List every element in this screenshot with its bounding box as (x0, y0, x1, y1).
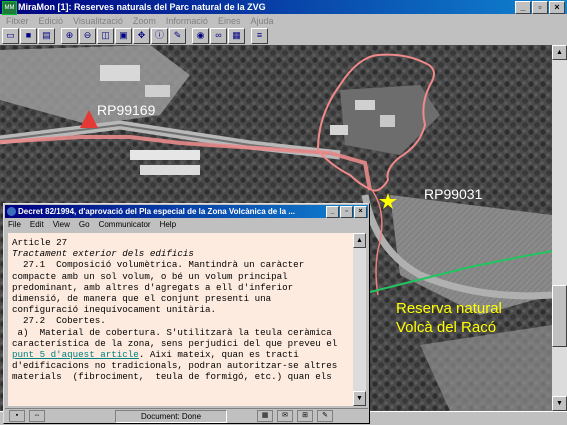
map-vertical-scrollbar[interactable]: ▲ ▼ (552, 45, 567, 411)
text-line: materials (fibrociment, teula de formigó… (12, 371, 332, 383)
browser-minimize-button[interactable]: _ (326, 206, 339, 218)
text-line: predominant, amb altres d'agregats a ell… (12, 281, 294, 293)
zoom-extent-icon[interactable]: ▣ (115, 28, 132, 44)
article-heading: Article 27 (12, 237, 68, 248)
text-line: 27.1 Composició volumètrica. Mantindrà u… (12, 259, 305, 271)
label-rp99169: RP99169 (97, 102, 156, 118)
scroll-thumb[interactable] (552, 285, 567, 347)
miramon-window: MM MiraMon [1]: Reserves naturals del Pa… (0, 0, 567, 425)
maximize-button[interactable]: ▫ (532, 1, 548, 14)
text-line: configuració inequívocament unitària. (12, 304, 216, 316)
menu-eines[interactable]: Eines (218, 14, 241, 28)
pencil-icon[interactable]: ✎ (169, 28, 186, 44)
browser-scroll-up-icon[interactable]: ▲ (353, 233, 366, 248)
component-bar-icon-1[interactable]: ▦ (257, 410, 273, 422)
menu-zoom[interactable]: Zoom (133, 14, 156, 28)
browser-vertical-scrollbar[interactable]: ▲ ▼ (353, 233, 366, 406)
menu-informacio[interactable]: Informació (166, 14, 208, 28)
legend-icon[interactable]: ≡ (251, 28, 268, 44)
label-reserve-line1: Reserva natural (396, 300, 502, 317)
browser-menu-bar: File Edit View Go Communicator Help (8, 219, 176, 231)
article-link[interactable]: punt 5 d'aquest article (12, 349, 139, 360)
component-bar-icon-2[interactable]: ✉ (277, 410, 293, 422)
component-bar-icon-3[interactable]: ⊞ (297, 410, 313, 422)
minimize-button[interactable]: _ (515, 1, 531, 14)
menu-help[interactable]: Help (160, 219, 176, 231)
menu-fitxer[interactable]: Fitxer (6, 14, 29, 28)
layer-icon[interactable]: ▦ (228, 28, 245, 44)
scroll-down-arrow-icon[interactable]: ▼ (552, 396, 567, 411)
menu-edit[interactable]: Edit (30, 219, 44, 231)
browser-title-bar: Decret 82/1994, d'aprovació del Pla espe… (5, 205, 368, 218)
browser-title: Decret 82/1994, d'aprovació del Pla espe… (18, 207, 295, 216)
close-button[interactable]: × (549, 1, 565, 14)
browser-scroll-down-icon[interactable]: ▼ (353, 391, 366, 406)
document-content: Article 27 Tractament exterior dels edif… (8, 233, 353, 406)
menu-communicator[interactable]: Communicator (99, 219, 151, 231)
text-line: a) Material de cobertura. S'utilitzarà l… (12, 326, 332, 338)
label-rp99031: RP99031 (424, 186, 483, 202)
text-line: compacte amb un sol volum, o bé un volum… (12, 270, 288, 282)
open-folder-icon[interactable]: ▭ (2, 28, 19, 44)
document-status: Document: Done (115, 409, 227, 423)
menu-view[interactable]: View (53, 219, 70, 231)
title-bar: MM MiraMon [1]: Reserves naturals del Pa… (0, 0, 567, 15)
binoculars-icon[interactable]: ∞ (210, 28, 227, 44)
browser-close-button[interactable]: × (354, 206, 367, 218)
browser-maximize-button[interactable]: ▫ (340, 206, 353, 218)
label-reserve-line2: Volcà del Racó (396, 319, 497, 336)
link-post: . Aixi mateix, quan es tracti (138, 349, 299, 361)
save-icon[interactable]: ■ (20, 28, 37, 44)
miramon-app-icon[interactable]: MM (2, 1, 17, 15)
text-line: 27.2 Cobertes. (12, 315, 106, 327)
menu-edicio[interactable]: Edició (39, 14, 64, 28)
info-icon[interactable]: ⓘ (151, 28, 168, 44)
menu-visualitzacio[interactable]: Visualització (73, 14, 123, 28)
browser-status-bar: ▪ ⇔ Document: Done ▦ ✉ ⊞ ✎ (5, 408, 368, 423)
article-subheading: Tractament exterior dels edificis (12, 248, 194, 260)
netscape-icon (7, 207, 16, 216)
text-line: d'edificacions no tradicionals, podran a… (12, 360, 338, 372)
globe-icon[interactable]: ◉ (192, 28, 209, 44)
menu-bar: Fitxer Edició Visualització Zoom Informa… (0, 14, 567, 28)
window-title: MiraMon [1]: Reserves naturals del Parc … (18, 2, 266, 12)
pan-icon[interactable]: ✥ (133, 28, 150, 44)
toolbar: ▭ ■ ▤ ⊕ ⊖ ◫ ▣ ✥ ⓘ ✎ ◉ ∞ ▦ ≡ (0, 28, 567, 44)
text-line-with-link: punt 5 d'aquest article. Aixi mateix, qu… (12, 349, 353, 360)
connection-icon[interactable]: ⇔ (29, 410, 45, 422)
zoom-in-icon[interactable]: ⊕ (61, 28, 78, 44)
component-bar-icon-4[interactable]: ✎ (317, 410, 333, 422)
zoom-out-icon[interactable]: ⊖ (79, 28, 96, 44)
menu-go[interactable]: Go (79, 219, 90, 231)
menu-ajuda[interactable]: Ajuda (250, 14, 273, 28)
print-icon[interactable]: ▤ (38, 28, 55, 44)
menu-file[interactable]: File (8, 219, 21, 231)
text-line: característica de la zona, sens perjudic… (12, 337, 338, 349)
scroll-up-arrow-icon[interactable]: ▲ (552, 45, 567, 60)
security-lock-icon[interactable]: ▪ (9, 410, 25, 422)
browser-window: Decret 82/1994, d'aprovació del Pla espe… (3, 203, 370, 424)
text-line: dimensió, de manera que el conjunt prese… (12, 293, 272, 305)
zoom-window-icon[interactable]: ◫ (97, 28, 114, 44)
